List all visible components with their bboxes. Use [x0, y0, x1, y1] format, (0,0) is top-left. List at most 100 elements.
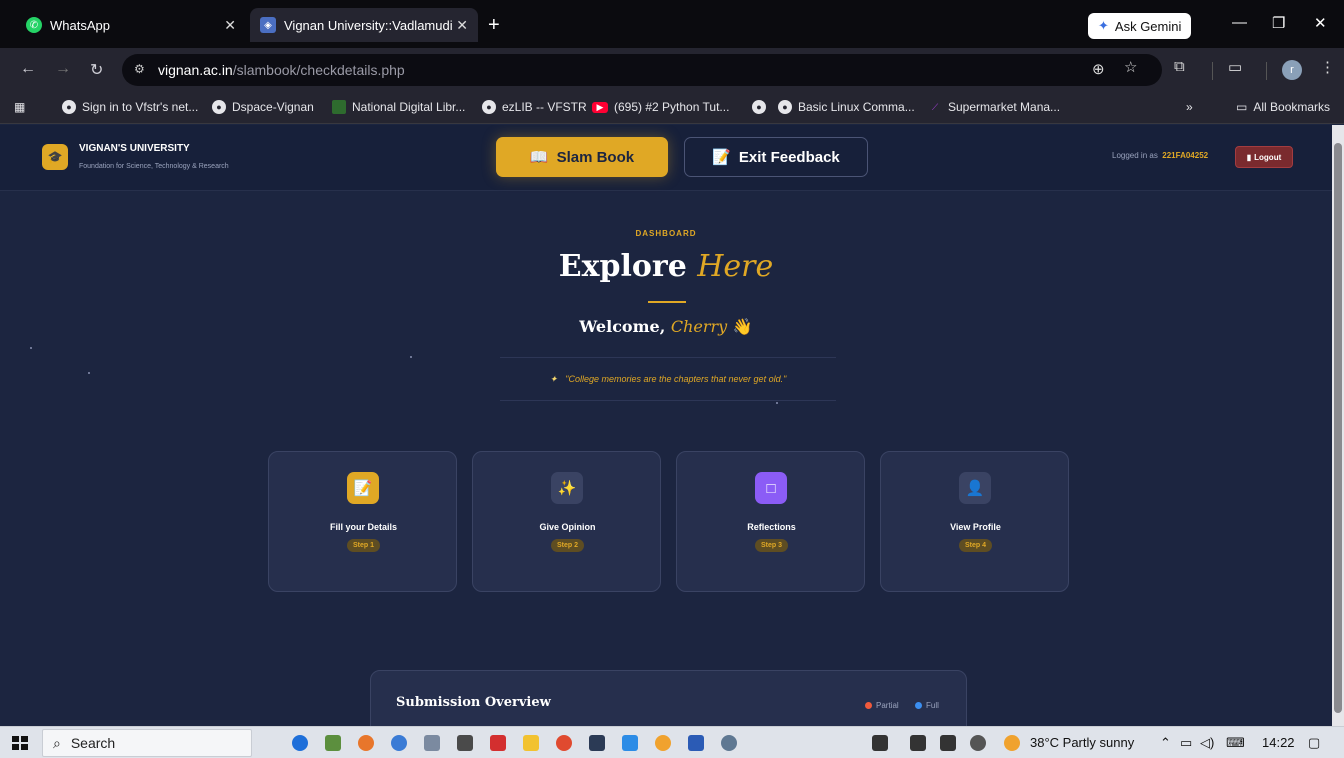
all-bookmarks-folder[interactable]: ▭ All Bookmarks	[1236, 100, 1330, 114]
card-view-profile[interactable]: 👤 View Profile Step 4	[880, 451, 1069, 592]
app-icon[interactable]	[589, 735, 605, 751]
card-title: Reflections	[747, 522, 796, 532]
reading-mode-icon[interactable]: ▭	[1228, 58, 1242, 76]
extensions-icon[interactable]: ⧉	[1174, 58, 1185, 75]
windows-start-icon[interactable]	[12, 736, 28, 750]
word-icon[interactable]	[688, 735, 704, 751]
overview-title: Submission Overview	[396, 695, 551, 710]
video-icon[interactable]	[910, 735, 926, 751]
quote-banner: ✦ "College memories are the chapters tha…	[500, 357, 836, 401]
network-icon[interactable]: ▭	[1180, 735, 1192, 751]
card-reflections[interactable]: □ Reflections Step 3	[676, 451, 865, 592]
address-bar[interactable]: ⚙ vignan.ac.in/slambook/checkdetails.php	[122, 54, 1162, 86]
profile-avatar[interactable]: r	[1282, 60, 1302, 80]
star-dot	[776, 402, 778, 404]
legend-partial: Partial	[865, 701, 899, 710]
restore-button[interactable]: ❐	[1272, 14, 1285, 32]
logout-button[interactable]: ▮ Logout	[1235, 146, 1293, 168]
chrome-icon[interactable]	[655, 735, 671, 751]
app-icon[interactable]	[424, 735, 440, 751]
calculator-icon[interactable]	[457, 735, 473, 751]
card-title: Fill your Details	[329, 522, 398, 532]
youtube-icon: ▶	[592, 101, 608, 113]
legend-dot	[915, 702, 922, 709]
file-explorer-icon[interactable]	[523, 735, 539, 751]
step-badge: Step 3	[755, 539, 788, 552]
apps-grid-icon[interactable]: ▦	[14, 100, 25, 114]
vscode-icon[interactable]	[622, 735, 638, 751]
edge-icon[interactable]	[391, 735, 407, 751]
keyboard-icon[interactable]: ⌨	[1226, 735, 1245, 751]
star-dot	[410, 356, 412, 358]
close-icon[interactable]: ✕	[456, 17, 468, 34]
bookmark-item[interactable]: National Digital Libr...	[332, 100, 465, 114]
forward-icon[interactable]: →	[55, 60, 71, 78]
bookmark-item[interactable]: ⟋ Supermarket Mana...	[928, 100, 1060, 114]
new-tab-button[interactable]: +	[488, 14, 500, 37]
tab-vignan[interactable]: ◈ Vignan University::Vadlamudi ✕	[250, 8, 478, 42]
bookmark-item[interactable]: ▶ (695) #2 Python Tut...	[592, 100, 729, 114]
weather-status[interactable]: 38°C Partly sunny	[1030, 735, 1134, 750]
menu-icon[interactable]: ⋮	[1320, 58, 1335, 76]
card-fill-details[interactable]: 📝 Fill your Details Step 1	[268, 451, 457, 592]
scrollbar-thumb[interactable]	[1334, 143, 1342, 713]
divider	[1212, 62, 1213, 80]
globe-icon: ●	[752, 100, 766, 114]
reload-icon[interactable]: ↻	[90, 60, 103, 80]
globe-icon: ●	[778, 100, 792, 114]
bookmark-item[interactable]: ●	[752, 100, 766, 114]
back-icon[interactable]: ←	[20, 60, 36, 78]
bookmark-item[interactable]: ● Sign in to Vfstr's net...	[62, 100, 198, 114]
weather-icon[interactable]	[1004, 735, 1020, 751]
more-bookmarks-icon[interactable]: »	[1186, 100, 1193, 114]
star-dot	[88, 372, 90, 374]
submission-overview-panel: Submission Overview Partial Full	[370, 670, 967, 726]
legend-full: Full	[915, 701, 939, 710]
minimize-button[interactable]: —	[1232, 14, 1247, 31]
site-info-icon[interactable]: ⚙	[134, 62, 145, 76]
ask-gemini-button[interactable]: ✦ Ask Gemini	[1088, 13, 1192, 39]
book-icon: 📖	[529, 149, 549, 166]
step-badge: Step 2	[551, 539, 584, 552]
bookmark-item[interactable]: ● Basic Linux Comma...	[778, 100, 915, 114]
tab-whatsapp[interactable]: ✆ WhatsApp ✕	[16, 8, 246, 42]
zoom-icon[interactable]: ⊕	[1092, 60, 1105, 78]
graduation-cap-icon[interactable]: 🎓	[42, 144, 68, 170]
app-icon[interactable]	[940, 735, 956, 751]
close-window-button[interactable]: ✕	[1314, 14, 1327, 32]
bookmarks-bar: ▦ ● Sign in to Vfstr's net... ● Dspace-Vig…	[0, 92, 1344, 124]
slam-book-button[interactable]: 📖 Slam Book	[496, 137, 668, 177]
star-dot	[30, 347, 32, 349]
app-icon[interactable]	[325, 735, 341, 751]
close-icon[interactable]: ✕	[224, 17, 236, 34]
clock[interactable]: 14:22	[1262, 735, 1295, 750]
notification-icon[interactable]: ▢	[1308, 735, 1320, 751]
bookmark-star-icon[interactable]: ☆	[1124, 58, 1137, 76]
globe-icon: ●	[212, 100, 226, 114]
site-header: 🎓 VIGNAN'S UNIVERSITY Foundation for Sci…	[0, 125, 1332, 191]
dashboard-kicker: DASHBOARD	[635, 229, 697, 238]
chrome-icon[interactable]	[556, 735, 572, 751]
acrobat-icon[interactable]	[490, 735, 506, 751]
whatsapp-icon: ✆	[26, 17, 42, 33]
exit-feedback-button[interactable]: 📝 Exit Feedback	[684, 137, 868, 177]
page-scrollbar[interactable]	[1332, 125, 1344, 726]
tray-chevron-icon[interactable]: ⌃	[1160, 735, 1171, 751]
welcome-message: Welcome, Cherry 👋	[579, 317, 753, 336]
title-underline	[648, 301, 686, 303]
tab-title: Vignan University::Vadlamudi	[284, 17, 453, 33]
step-badge: Step 1	[347, 539, 380, 552]
app-icon[interactable]	[721, 735, 737, 751]
browser-toolbar: ← → ↻ ⚙ vignan.ac.in/slambook/checkdetai…	[0, 48, 1344, 92]
card-give-opinion[interactable]: ✨ Give Opinion Step 2	[472, 451, 661, 592]
camera-icon[interactable]	[872, 735, 888, 751]
logged-in-status: Logged in as 221FA04252	[1112, 151, 1209, 160]
bookmark-item[interactable]: ● ezLIB -- VFSTR	[482, 100, 587, 114]
skype-icon[interactable]	[292, 735, 308, 751]
volume-icon[interactable]: ◁)	[1200, 735, 1214, 751]
firefox-icon[interactable]	[358, 735, 374, 751]
settings-icon[interactable]	[970, 735, 986, 751]
folder-icon: ▭	[1236, 100, 1248, 114]
bookmark-item[interactable]: ● Dspace-Vignan	[212, 100, 314, 114]
taskbar-search[interactable]: ⌕ Search	[42, 729, 252, 757]
